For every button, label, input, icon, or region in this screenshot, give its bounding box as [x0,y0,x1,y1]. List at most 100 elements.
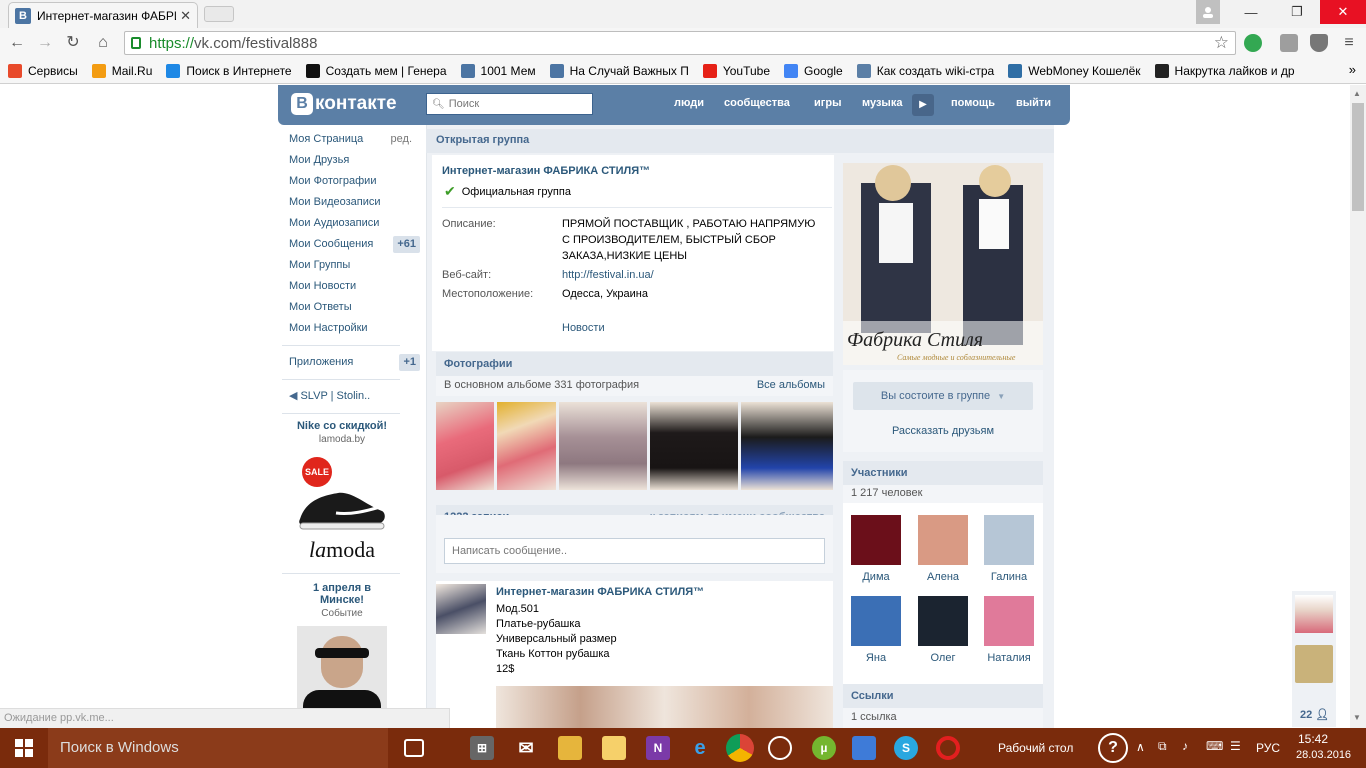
edit-link[interactable]: ред. [391,129,412,150]
minimize-button[interactable]: — [1228,0,1274,24]
sidebar-item[interactable]: Мои Ответы [280,297,420,318]
member-item[interactable]: Наталия [981,596,1037,664]
network-icon[interactable]: ⧉ [1158,739,1167,754]
skype-icon[interactable]: S [894,736,918,760]
page-scrollbar[interactable]: ▲ ▼ [1350,85,1366,728]
photo-thumb[interactable] [650,402,738,490]
post-author[interactable]: Интернет-магазин ФАБРИКА СТИЛЯ™ [496,586,704,598]
vk-search-input[interactable]: 🔍︎ Поиск [426,93,593,115]
member-item[interactable]: Алена [915,515,971,583]
bookmark-item[interactable]: На Случай Важных П [549,63,689,78]
sidebar-item[interactable]: Мои Сообщения +61 [280,234,420,255]
bookmark-item[interactable]: WebMoney Кошелёк [1008,63,1141,78]
onenote-icon[interactable]: N [646,736,670,760]
photo-thumb[interactable] [741,402,833,490]
post-input[interactable]: Написать сообщение.. [444,538,825,564]
all-albums-link[interactable]: Все альбомы [757,379,825,391]
bookmark-item[interactable]: Создать мем | Генера [305,63,447,78]
clock-time[interactable]: 15:42 [1298,732,1328,746]
tab-close-icon[interactable]: ✕ [180,8,191,24]
website-link[interactable]: http://festival.in.ua/ [562,267,824,283]
home-icon[interactable]: ⌂ [92,33,114,53]
play-icon[interactable]: ▶ [912,94,934,116]
sidebar-item[interactable]: Мои Группы [280,255,420,276]
explorer-icon[interactable] [558,736,582,760]
bookmark-item[interactable]: Google [784,63,843,78]
close-window-button[interactable]: ✕ [1320,0,1366,24]
member-item[interactable]: Дима [848,515,904,583]
news-link[interactable]: Новости [562,320,824,336]
member-item[interactable]: Галина [981,515,1037,583]
bookmark-item[interactable]: Как создать wiki-стра [856,63,994,78]
shield-icon[interactable] [1310,34,1328,52]
sidebar-item[interactable]: Мои Аудиозаписи [280,213,420,234]
reload-icon[interactable]: ↻ [62,33,84,53]
post-image[interactable] [496,686,833,728]
chrome-icon[interactable] [726,734,754,762]
scroll-down-icon[interactable]: ▼ [1353,713,1361,722]
task-view-icon[interactable] [404,739,424,757]
photos-header[interactable]: Фотографии [436,352,833,376]
volume-icon[interactable]: ♪ [1182,739,1188,753]
desktop-toolbar[interactable]: Рабочий стол [998,741,1073,755]
menu-icon[interactable]: ≡ [1338,33,1360,53]
bookmark-star-icon[interactable]: ☆ [1214,33,1229,53]
utorrent-icon[interactable]: µ [812,736,836,760]
photo-thumb[interactable] [559,402,647,490]
nav-logout[interactable]: выйти [1016,97,1051,109]
vk-logo[interactable]: В контакте [291,93,397,115]
edge-icon[interactable]: e [688,736,712,760]
scrollbar-thumb[interactable] [1352,103,1364,211]
nav-help[interactable]: помощь [951,97,995,109]
sidebar-app-item[interactable]: ◀ SLVP | Stolin.. [280,386,420,407]
bookmark-item[interactable]: Mail.Ru [91,63,152,78]
nav-games[interactable]: игры [814,97,841,109]
extension-icon[interactable] [1280,34,1298,52]
nav-music[interactable]: музыка [862,97,902,109]
chat-count[interactable]: 22 👤︎ [1300,708,1329,721]
notification-icon[interactable]: ☰ [1230,739,1241,753]
sidebar-item[interactable]: Мои Новости [280,276,420,297]
sidebar-item[interactable]: Мои Видеозаписи [280,192,420,213]
bookmark-item[interactable]: Сервисы [8,63,78,78]
language-indicator[interactable]: РУС [1256,741,1280,755]
ad-lamoda[interactable]: Nike со скидкой! lamoda.by SALE lamoda [282,420,402,562]
ad-event[interactable]: 1 апреля в Минске! Событие [282,582,402,716]
scroll-up-icon[interactable]: ▲ [1353,89,1361,98]
bookmark-item[interactable]: Поиск в Интернете [166,63,292,78]
bookmark-item[interactable]: 1001 Мем [460,63,536,78]
help-icon[interactable]: ? [1098,733,1128,763]
user-profile-icon[interactable] [1196,0,1220,24]
sidebar-item[interactable]: Мои Фотографии [280,171,420,192]
chat-avatar[interactable] [1295,645,1333,683]
members-header[interactable]: Участники [843,461,1043,485]
group-cover-image[interactable]: Фабрика Стиля Самые модные и соблазнител… [843,163,1043,365]
opera-icon[interactable] [936,736,960,760]
chevron-up-icon[interactable]: ∧ [1136,740,1145,754]
membership-dropdown[interactable]: Вы состоите в группе ▼ [853,382,1033,410]
windows-start-icon[interactable] [0,728,48,768]
mail-icon[interactable]: ✉ [514,736,538,760]
address-bar[interactable]: https:// vk.com/festival888 ☆ [124,31,1236,55]
restore-button[interactable]: ❐ [1274,0,1320,24]
sidebar-item[interactable]: Моя Страница ред. [280,129,420,150]
extension-icon[interactable] [1244,34,1262,52]
forward-icon[interactable]: → [34,33,56,53]
browser-tab[interactable]: В Интернет-магазин ФАБРИКА ✕ [8,2,198,28]
sidebar-item[interactable]: Мои Друзья [280,150,420,171]
member-item[interactable]: Олег [915,596,971,664]
browser-icon[interactable] [768,736,792,760]
new-tab-button[interactable] [204,6,234,22]
store-icon[interactable]: ⊞ [470,736,494,760]
photo-thumb[interactable] [436,402,494,490]
app-icon[interactable] [852,736,876,760]
windows-search-box[interactable]: Поиск в Windows [48,728,388,768]
sidebar-item-apps[interactable]: Приложения +1 [280,352,420,373]
links-header[interactable]: Ссылки [843,684,1043,708]
files-icon[interactable] [602,736,626,760]
back-icon[interactable]: ← [6,33,28,53]
tell-friends-link[interactable]: Рассказать друзьям [843,425,1043,437]
member-item[interactable]: Яна [848,596,904,664]
bookmark-item[interactable]: YouTube [702,63,770,78]
nav-communities[interactable]: сообщества [724,97,790,109]
